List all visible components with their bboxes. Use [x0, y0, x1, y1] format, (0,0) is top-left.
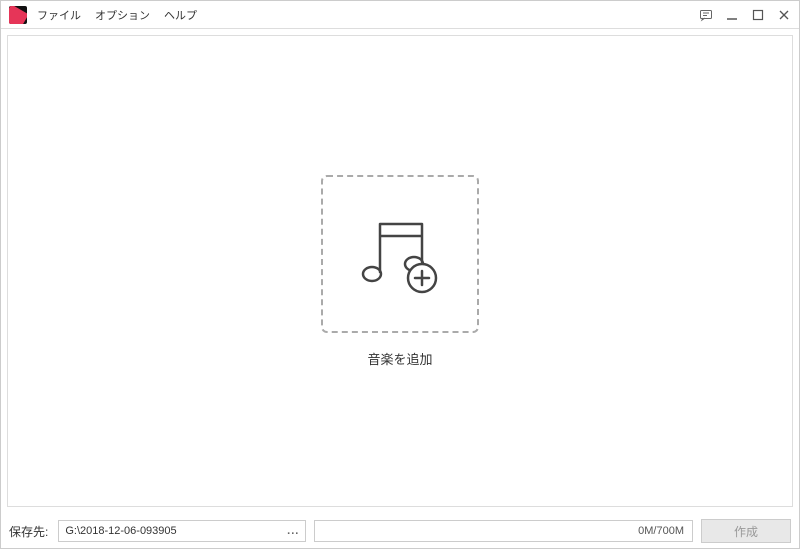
minimize-button[interactable] [725, 8, 739, 22]
feedback-icon[interactable] [699, 8, 713, 22]
bottom-bar: 保存先: G:\2018-12-06-093905 ... 0M/700M 作成 [1, 513, 799, 549]
titlebar: ファイル オプション ヘルプ [1, 1, 799, 29]
maximize-button[interactable] [751, 8, 765, 22]
size-progress: 0M/700M [314, 520, 693, 542]
save-path-text: G:\2018-12-06-093905 [65, 525, 281, 537]
window-controls [699, 8, 791, 22]
browse-button[interactable]: ... [281, 525, 299, 537]
save-path-field[interactable]: G:\2018-12-06-093905 ... [58, 520, 306, 542]
app-logo-icon [9, 6, 27, 24]
main-content: 音楽を追加 [7, 35, 793, 507]
menu-help[interactable]: ヘルプ [164, 7, 197, 23]
add-music-dropzone[interactable] [321, 175, 479, 333]
create-button[interactable]: 作成 [701, 519, 791, 543]
add-music-label: 音楽を追加 [367, 349, 432, 368]
size-progress-text: 0M/700M [638, 525, 684, 537]
menu-option[interactable]: オプション [95, 7, 150, 23]
close-button[interactable] [777, 8, 791, 22]
menu-file[interactable]: ファイル [37, 7, 81, 23]
save-to-label: 保存先: [9, 523, 48, 540]
main-menu: ファイル オプション ヘルプ [37, 7, 197, 23]
music-add-icon [350, 204, 450, 304]
